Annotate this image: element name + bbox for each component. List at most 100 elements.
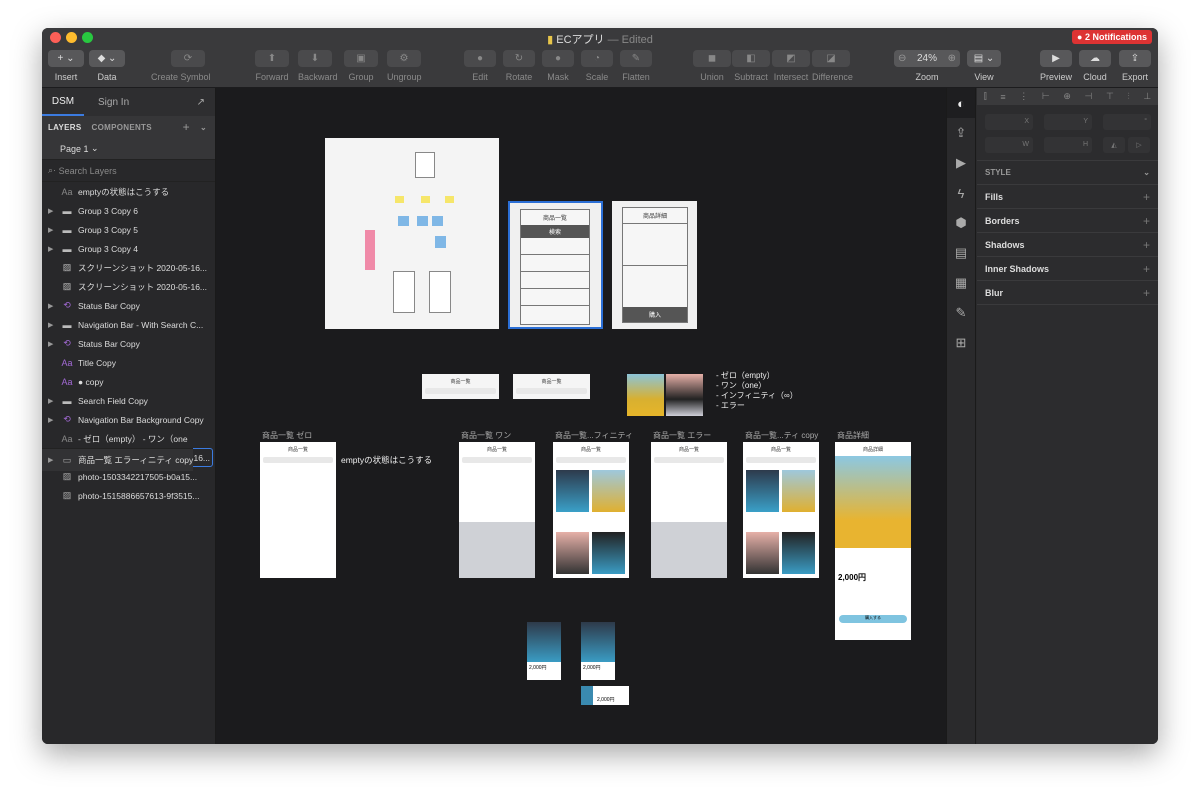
disclosure-triangle-icon[interactable]: ▶ [48,302,60,310]
plus-icon[interactable]: + [1143,286,1150,300]
artboard-title[interactable]: 商品詳細 [837,430,869,441]
search-layers[interactable]: ⌕· Search Layers [42,160,215,182]
align-center-icon[interactable]: ≡ [1000,92,1005,102]
hexagon-icon[interactable]: ⬢ [947,208,975,238]
align-h-icon[interactable]: ⊢ [1042,91,1050,102]
backward-button[interactable]: ⬇ Backward [298,50,338,82]
distribute-icon[interactable]: ⋮ [1019,91,1028,102]
product-card-small[interactable]: 2,000円 [581,686,629,705]
layer-row[interactable]: ▨ スクリーンショット 2020-05-16... [42,277,215,296]
components-tab[interactable]: COMPONENTS [92,123,152,132]
insert-button[interactable]: + ⌄ Insert [48,50,84,82]
layer-row[interactable]: Aa - ゼロ（empty） - ワン（one [42,429,215,448]
flow-diagram-artboard[interactable] [325,138,499,329]
flatten-button[interactable]: ✎ Flatten [620,50,652,82]
canvas[interactable]: 商品一覧 検索 商品詳細 購入 商品一覧 商品一覧 - ゼロ（empty） - ワ… [216,88,946,744]
layout-icon[interactable]: ▤ [947,238,975,268]
wireframe-list-artboard[interactable]: 商品一覧 検索 [508,201,603,329]
bolt-icon[interactable]: ϟ [947,178,975,208]
sign-in-link[interactable]: Sign In [84,97,197,108]
width-field[interactable]: W [985,137,1033,153]
preview-button[interactable]: ▶ Preview [1040,50,1072,82]
style-row[interactable]: Inner Shadows + [977,257,1158,281]
product-card[interactable]: 2,000円 [527,622,561,680]
photo-yellow-hoodie[interactable] [627,374,664,416]
plus-icon[interactable]: + [1143,214,1150,228]
intersect-button[interactable]: ◩ Intersect [772,50,810,82]
disclosure-triangle-icon[interactable]: ▶ [48,226,60,234]
artboard[interactable]: 商品一覧 [651,442,727,578]
flip-horizontal-icon[interactable]: ◭ [1103,137,1125,153]
zoom-control[interactable]: ⊖ 24% ⊕ Zoom [894,50,960,82]
add-image-icon[interactable]: ⊞ [947,328,975,358]
layer-row[interactable]: ▶ ▬ Navigation Bar - With Search C... [42,315,215,334]
export-button[interactable]: ⇪ Export [1119,50,1151,82]
layer-row[interactable]: ▨ photo-1515886657613-9f3515... [42,486,215,505]
layer-row[interactable]: ▶ ▬ Group 3 Copy 4 [42,239,215,258]
align-left-icon[interactable]: ⫿ [984,91,987,102]
artboard[interactable]: 商品一覧 [459,442,535,578]
wireframe-detail-artboard[interactable]: 商品詳細 購入 [612,201,697,329]
layer-row[interactable]: ▶ ⟲ Status Bar Copy [42,296,215,315]
group-button[interactable]: ▣ Group [344,50,378,82]
dsm-tab[interactable]: DSM [42,88,84,116]
components-icon[interactable]: ▦ [947,268,975,298]
y-field[interactable]: Y [1044,114,1092,130]
layer-row[interactable]: ▶ ▬ Search Field Copy [42,391,215,410]
x-field[interactable]: X [985,114,1033,130]
plus-icon[interactable]: + [1143,238,1150,252]
layer-row[interactable]: ▶ ▬ Group 3 Copy 5 [42,220,215,239]
disclosure-triangle-icon[interactable]: ▶ [48,340,60,348]
style-row[interactable]: Shadows + [977,233,1158,257]
upload-icon[interactable]: ⇪ [947,118,975,148]
rotate-button[interactable]: ↻ Rotate [503,50,535,82]
align-top-icon[interactable]: ⊤ [1106,91,1114,102]
align-mid-icon[interactable]: ⊕ [1063,91,1071,102]
disclosure-triangle-icon[interactable]: ▶ [48,207,60,215]
artboard[interactable]: 商品一覧 [743,442,819,578]
layers-tab[interactable]: LAYERS [48,123,82,132]
align-bottom-icon[interactable]: ⊥ [1143,91,1151,102]
nav-bar-component-filled[interactable]: 商品一覧 [513,374,590,399]
height-field[interactable]: H [1044,137,1092,153]
layer-row[interactable]: Aa emptyの状態はこうする [42,182,215,201]
flip-vertical-icon[interactable]: ▷ [1128,137,1150,153]
play-icon[interactable]: ▶ [947,148,975,178]
disclosure-triangle-icon[interactable]: ▶ [48,245,60,253]
product-card[interactable]: 2,000円 [581,622,615,680]
layer-row[interactable]: ▨ スクリーンショット 2020-05-16... [42,258,215,277]
mask-button[interactable]: ● Mask [542,50,574,82]
edit-button[interactable]: ● Edit [464,50,496,82]
subtract-button[interactable]: ◧ Subtract [732,50,770,82]
artboard[interactable]: 商品一覧 [260,442,336,578]
plus-icon[interactable]: + [1143,190,1150,204]
layer-row[interactable]: Aa ● copy [42,372,215,391]
scale-button[interactable]: ◔ Scale [581,50,613,82]
chevron-down-icon[interactable]: ⌄ [200,123,215,132]
align-vmid-icon[interactable]: ⫶ [1127,91,1129,102]
artboard-title[interactable]: 商品一覧 ワン [461,430,511,441]
artboard-title[interactable]: 商品一覧 エラー [653,430,711,441]
list-state-notes[interactable]: - ゼロ（empty） - ワン（one） - インフィニティ（∞） - エラー [716,371,798,411]
view-button[interactable]: ▤ ⌄ View [967,50,1001,82]
style-row[interactable]: Borders + [977,209,1158,233]
disclosure-triangle-icon[interactable]: ▶ [48,321,60,329]
disclosure-triangle-icon[interactable]: ▶ [48,397,60,405]
layer-row[interactable]: ▶ ⟲ Status Bar Copy [42,334,215,353]
artboard[interactable]: 商品一覧 [553,442,629,578]
cloud-button[interactable]: ☁ Cloud [1079,50,1111,82]
artboard-title[interactable]: 商品一覧...ティ copy [745,430,818,441]
style-row[interactable]: Fills + [977,185,1158,209]
difference-button[interactable]: ◪ Difference [812,50,853,82]
create-symbol-button[interactable]: ⟳ Create Symbol [151,50,211,82]
external-link-icon[interactable]: ↗ [197,97,215,108]
artboard-title[interactable]: 商品一覧 ゼロ [262,430,312,441]
artboard[interactable]: 商品詳細 2,000円 購入する [835,442,911,640]
artboard-row[interactable]: ▶ ▭ 商品一覧 エラー [42,448,140,471]
zoom-in-icon[interactable]: ⊕ [948,53,956,64]
layer-row[interactable]: Aa Title Copy [42,353,215,372]
craft-icon[interactable]: ◐ [947,88,975,118]
plus-icon[interactable]: + [1143,262,1150,276]
artboard-title[interactable]: 商品一覧...フィニティ [555,430,633,441]
layer-row[interactable]: ▶ ⟲ Navigation Bar Background Copy [42,410,215,429]
